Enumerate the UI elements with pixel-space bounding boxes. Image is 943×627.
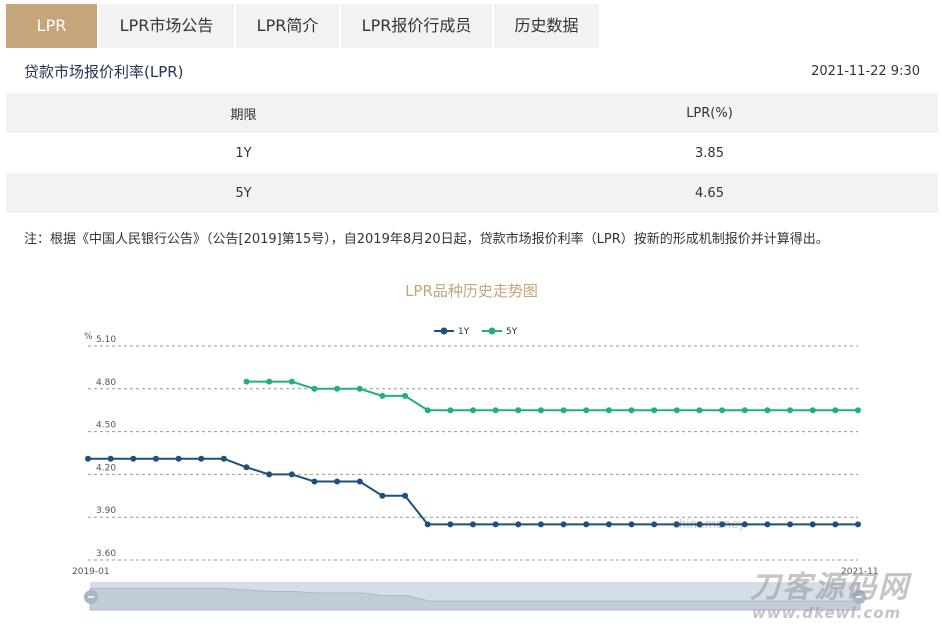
y-tick-label: 5.10 [96, 335, 116, 345]
data-point-1y [175, 455, 182, 462]
data-point-1y [832, 521, 839, 528]
data-point-1y [447, 521, 454, 528]
data-point-5y [311, 385, 318, 392]
data-point-5y [719, 407, 726, 414]
data-point-1y [628, 521, 635, 528]
data-point-1y [334, 478, 341, 485]
data-point-1y [515, 521, 522, 528]
data-point-1y [107, 455, 114, 462]
data-point-5y [288, 378, 295, 385]
data-point-5y [356, 385, 363, 392]
data-point-5y [651, 407, 658, 414]
data-point-1y [492, 521, 499, 528]
data-point-5y [334, 385, 341, 392]
watermark-line2: www.dkewl.com [752, 604, 902, 622]
legend-marker-5y[interactable] [488, 327, 496, 335]
data-point-1y [243, 464, 250, 471]
x-tick-label: 2019-01 [72, 567, 110, 577]
watermark-line1: 刀客源码网 [750, 570, 910, 605]
data-point-1y [537, 521, 544, 528]
lpr-history-chart: 5.104.804.504.203.903.60%2019-01 2021-111… [72, 327, 879, 611]
y-axis-unit: % [84, 332, 93, 342]
data-point-5y [741, 407, 748, 414]
data-point-1y [696, 521, 703, 528]
y-tick-label: 4.80 [96, 378, 116, 388]
data-point-1y [673, 521, 680, 528]
data-point-5y [402, 392, 409, 399]
legend-marker-1y[interactable] [440, 327, 448, 335]
data-point-5y [560, 407, 567, 414]
data-point-1y [605, 521, 612, 528]
data-point-5y [628, 407, 635, 414]
legend-label-1y[interactable]: 1Y [458, 327, 470, 337]
y-tick-label: 3.90 [96, 506, 116, 516]
data-point-1y [266, 471, 273, 478]
data-point-1y [288, 471, 295, 478]
data-point-1y [470, 521, 476, 528]
data-point-1y [220, 455, 227, 462]
data-point-5y [515, 407, 522, 414]
data-point-1y [719, 521, 726, 528]
series-line-5y [246, 380, 858, 412]
data-point-1y [583, 521, 590, 528]
data-point-1y [741, 521, 748, 528]
data-point-5y [266, 378, 273, 385]
data-point-1y [787, 521, 794, 528]
data-point-5y [583, 407, 590, 414]
data-point-1y [651, 521, 658, 528]
data-point-5y [787, 407, 794, 414]
data-point-5y [696, 407, 703, 414]
legend-label-5y[interactable]: 5Y [506, 327, 518, 337]
site-watermark: 刀客源码网 www.dkewl.com [750, 570, 940, 623]
data-point-1y [311, 478, 318, 485]
data-point-1y [152, 455, 159, 462]
data-point-5y [855, 407, 861, 414]
data-point-5y [243, 378, 250, 385]
data-point-1y [356, 478, 363, 485]
data-point-1y [560, 521, 567, 528]
y-tick-label: 4.20 [96, 463, 116, 473]
data-point-5y [832, 407, 839, 414]
data-point-1y [809, 521, 816, 528]
data-point-1y [85, 455, 91, 462]
data-point-1y [402, 492, 409, 499]
data-point-5y [673, 407, 680, 414]
data-point-5y [447, 407, 454, 414]
y-tick-label: 3.60 [96, 549, 116, 559]
data-point-5y [470, 407, 476, 414]
data-point-5y [605, 407, 612, 414]
data-point-5y [379, 392, 386, 399]
data-point-1y [379, 492, 386, 499]
data-point-5y [809, 407, 816, 414]
data-point-1y [130, 455, 137, 462]
data-point-1y [198, 455, 205, 462]
data-point-5y [764, 407, 771, 414]
data-point-1y [764, 521, 771, 528]
data-point-1y [855, 521, 861, 528]
data-point-5y [492, 407, 499, 414]
y-tick-label: 4.50 [96, 421, 116, 431]
series-line-1y [88, 457, 858, 526]
data-point-5y [537, 407, 544, 414]
data-point-5y [424, 407, 431, 414]
data-point-1y [424, 521, 431, 528]
